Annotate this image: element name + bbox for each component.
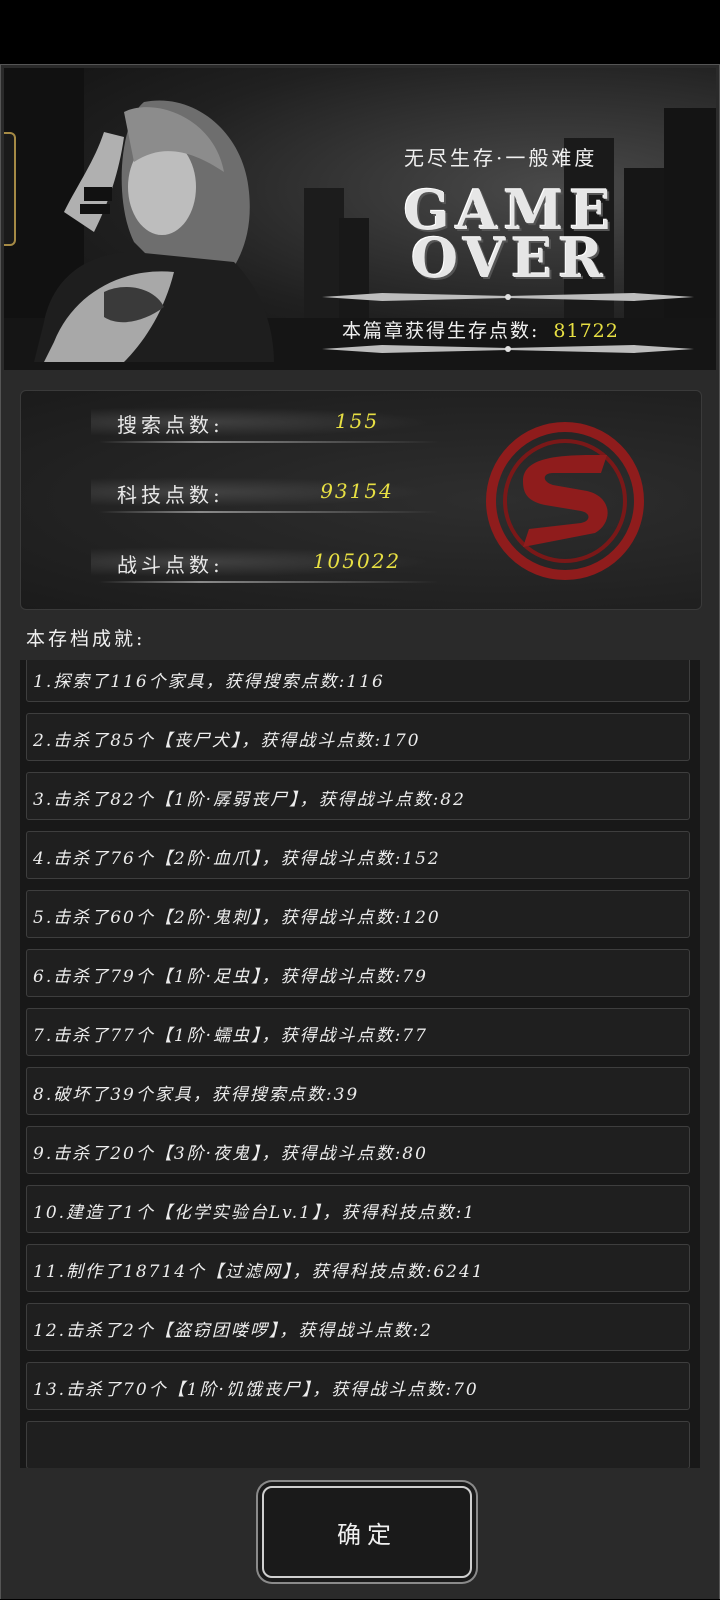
achievement-item-9: 9.击杀了20个【3阶·夜鬼】，获得战斗点数:80 xyxy=(26,1126,690,1174)
side-tab-handle xyxy=(4,132,16,246)
achievement-text: 6.击杀了79个【1阶·足虫】，获得战斗点数:79 xyxy=(33,967,428,987)
s-rank-emblem-icon xyxy=(486,422,644,580)
confirm-button[interactable]: 确定 xyxy=(262,1486,472,1578)
achievement-item-13: 13.击杀了70个【1阶·饥饿丧尸】，获得战斗点数:70 xyxy=(26,1362,690,1410)
achievement-item-1: 1.探索了116个家具，获得搜索点数:116 xyxy=(26,660,690,702)
chapter-points: 本篇章获得生存点数: 81722 xyxy=(342,316,682,343)
chapter-points-value: 81722 xyxy=(553,320,619,342)
achievement-item-8: 8.破坏了39个家具，获得搜索点数:39 xyxy=(26,1067,690,1115)
achievement-text: 4.击杀了76个【2阶·血爪】，获得战斗点数:152 xyxy=(33,849,441,869)
achievement-text: 2.击杀了85个【丧尸犬】，获得战斗点数:170 xyxy=(33,731,421,751)
stat-row-search: 搜索点数: 155 xyxy=(21,401,521,443)
game-over-title: GAME OVER xyxy=(390,183,630,290)
ornament-divider-bottom xyxy=(322,345,694,353)
chapter-points-label: 本篇章获得生存点数: xyxy=(342,320,540,342)
status-bar xyxy=(0,0,720,64)
achievement-text: 11.制作了18714个【过滤网】，获得科技点数:6241 xyxy=(33,1262,485,1282)
achievement-item-4: 4.击杀了76个【2阶·血爪】，获得战斗点数:152 xyxy=(26,831,690,879)
achievement-item-6: 6.击杀了79个【1阶·足虫】，获得战斗点数:79 xyxy=(26,949,690,997)
stat-value-tech: 93154 xyxy=(320,479,394,503)
achievement-text: 13.击杀了70个【1阶·饥饿丧尸】，获得战斗点数:70 xyxy=(33,1380,479,1400)
achievement-text: 9.击杀了20个【3阶·夜鬼】，获得战斗点数:80 xyxy=(33,1144,428,1164)
stat-value-search: 155 xyxy=(334,409,380,433)
stat-row-divider xyxy=(99,581,439,583)
achievement-item-3: 3.击杀了82个【1阶·孱弱丧尸】，获得战斗点数:82 xyxy=(26,772,690,820)
stat-value-combat: 105022 xyxy=(312,549,402,573)
stat-label-search: 搜索点数: xyxy=(117,413,224,437)
achievement-text: 5.击杀了60个【2阶·鬼刺】，获得战斗点数:120 xyxy=(33,908,441,928)
achievement-text: 12.击杀了2个【盗窃团喽啰】，获得战斗点数:2 xyxy=(33,1321,433,1341)
achievements-title: 本存档成就: xyxy=(26,628,146,650)
stat-row-combat: 战斗点数: 105022 xyxy=(21,541,521,583)
game-over-title-line2: OVER xyxy=(410,226,610,290)
stat-row-divider xyxy=(99,441,439,443)
stat-row-tech: 科技点数: 93154 xyxy=(21,471,521,513)
achievement-text: 7.击杀了77个【1阶·蠕虫】，获得战斗点数:77 xyxy=(33,1026,428,1046)
confirm-button-label: 确定 xyxy=(337,1520,397,1549)
stat-label-tech: 科技点数: xyxy=(117,483,224,507)
achievement-text: 3.击杀了82个【1阶·孱弱丧尸】，获得战斗点数:82 xyxy=(33,790,466,810)
achievement-text: 8.破坏了39个家具，获得搜索点数:39 xyxy=(33,1085,360,1105)
achievement-text: 10.建造了1个【化学实验台Lv.1】，获得科技点数:1 xyxy=(33,1203,476,1223)
stats-summary-box: 搜索点数: 155 科技点数: 93154 战斗点数: 105022 xyxy=(20,390,702,610)
achievements-list[interactable]: 1.探索了116个家具，获得搜索点数:116 2.击杀了85个【丧尸犬】，获得战… xyxy=(20,660,700,1468)
game-mode-label: 无尽生存·一般难度 xyxy=(404,146,598,170)
game-over-banner: 无尽生存·一般难度 GAME OVER 本篇章获得生存点数: 81722 xyxy=(4,68,716,370)
achievement-item-12: 12.击杀了2个【盗窃团喽啰】，获得战斗点数:2 xyxy=(26,1303,690,1351)
ornament-divider-top xyxy=(322,293,694,301)
achievement-text: 1.探索了116个家具，获得搜索点数:116 xyxy=(33,672,385,692)
achievement-item-10: 10.建造了1个【化学实验台Lv.1】，获得科技点数:1 xyxy=(26,1185,690,1233)
achievement-item-11: 11.制作了18714个【过滤网】，获得科技点数:6241 xyxy=(26,1244,690,1292)
achievement-item-partial xyxy=(26,1421,690,1468)
stat-row-divider xyxy=(99,511,439,513)
achievement-item-5: 5.击杀了60个【2阶·鬼刺】，获得战斗点数:120 xyxy=(26,890,690,938)
heroine-portrait-art xyxy=(34,100,274,362)
stat-label-combat: 战斗点数: xyxy=(117,553,224,577)
achievement-item-2: 2.击杀了85个【丧尸犬】，获得战斗点数:170 xyxy=(26,713,690,761)
achievement-item-7: 7.击杀了77个【1阶·蠕虫】，获得战斗点数:77 xyxy=(26,1008,690,1056)
